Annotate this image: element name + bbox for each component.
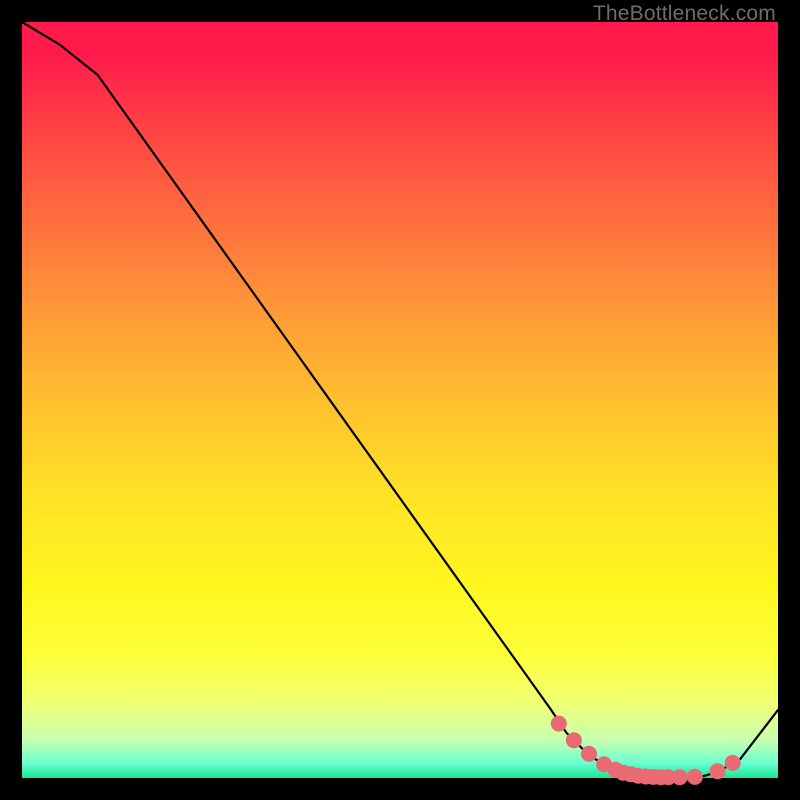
watermark-text: TheBottleneck.com [593,2,776,26]
marker-point [672,769,688,785]
chart-plot-area [22,22,778,778]
marker-point [725,755,741,771]
marker-point [710,763,726,779]
marker-point [551,716,567,732]
marker-point [566,732,582,748]
bottleneck-curve [22,22,778,778]
chart-frame: TheBottleneck.com [0,0,800,800]
chart-svg [22,22,778,778]
marker-group [551,716,741,786]
marker-point [581,746,597,762]
marker-point [687,769,703,785]
